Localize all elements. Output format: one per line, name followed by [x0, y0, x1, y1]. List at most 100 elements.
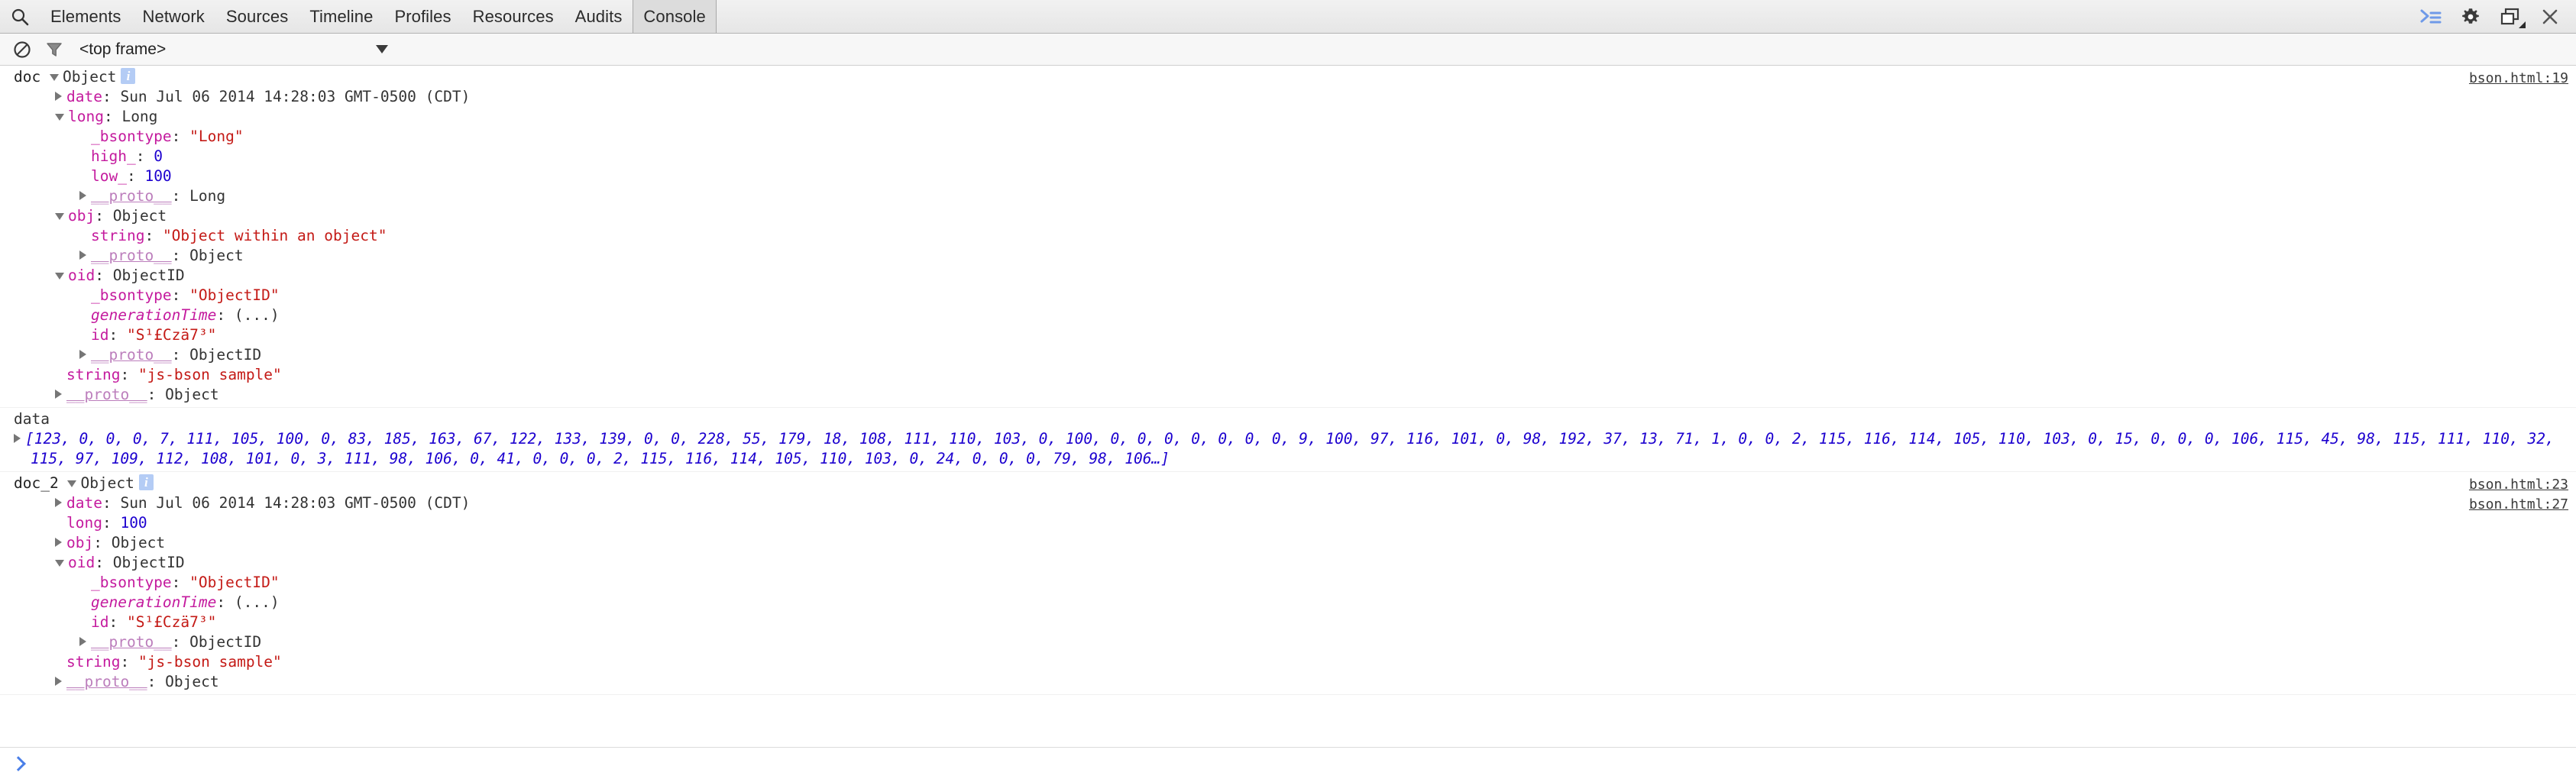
array-values: [123, 0, 0, 0, 7, 111, 105, 100, 0, 83, … — [25, 430, 2555, 467]
object-property-row[interactable]: _bsontype: "Long" — [0, 127, 2576, 147]
property-value: ObjectID — [189, 346, 262, 364]
object-property-row[interactable]: generationTime: (...) — [0, 305, 2576, 325]
property-value: 100 — [120, 514, 147, 532]
object-property-row[interactable]: oid: ObjectID — [0, 553, 2576, 573]
object-property-row[interactable]: __proto__: Object — [0, 385, 2576, 405]
disclosure-triangle-closed-icon[interactable] — [79, 250, 86, 260]
disclosure-triangle-closed-icon[interactable] — [79, 636, 86, 646]
object-property-row[interactable]: string: "Object within an object" — [0, 226, 2576, 246]
object-property-row[interactable]: __proto__: Long — [0, 186, 2576, 206]
object-property-row[interactable]: generationTime: (...) — [0, 593, 2576, 613]
object-property-row[interactable]: __proto__: Object — [0, 246, 2576, 266]
tab-timeline[interactable]: Timeline — [299, 0, 383, 33]
prompt-chevron-icon — [11, 755, 28, 772]
tab-label: Audits — [574, 6, 623, 26]
disclosure-triangle-closed-icon[interactable] — [55, 676, 62, 686]
object-header-row[interactable]: doc_2 Object i — [0, 474, 2576, 493]
property-value: "S¹£Czä7³" — [126, 613, 217, 631]
disclosure-triangle-closed-icon[interactable] — [55, 497, 62, 507]
object-property-row[interactable]: string: "js-bson sample" — [0, 652, 2576, 672]
info-badge-icon[interactable]: i — [121, 68, 136, 84]
property-separator: : — [171, 633, 190, 651]
source-link[interactable]: bson.html:27 — [2469, 495, 2568, 515]
disclosure-triangle-closed-icon[interactable] — [55, 537, 62, 547]
property-value: Sun Jul 06 2014 14:28:03 GMT-0500 (CDT) — [120, 494, 471, 512]
object-header-row[interactable]: doc Object i — [0, 67, 2576, 87]
object-property-row[interactable]: id: "S¹£Czä7³" — [0, 613, 2576, 632]
property-separator: : — [171, 574, 190, 591]
tab-console[interactable]: Console — [633, 0, 717, 33]
source-link[interactable]: bson.html:23 — [2469, 475, 2568, 495]
object-property-row[interactable]: date: Sun Jul 06 2014 14:28:03 GMT-0500 … — [0, 87, 2576, 107]
property-separator: : — [147, 386, 166, 403]
property-value: "js-bson sample" — [138, 366, 282, 383]
object-property-row[interactable]: obj: Object — [0, 206, 2576, 226]
disclosure-triangle-closed-icon[interactable] — [55, 91, 62, 101]
disclosure-triangle-closed-icon[interactable] — [14, 433, 21, 443]
object-property-row[interactable]: _bsontype: "ObjectID" — [0, 573, 2576, 593]
tab-elements[interactable]: Elements — [40, 0, 132, 33]
object-property-row[interactable]: __proto__: ObjectID — [0, 345, 2576, 365]
console-messages[interactable]: bson.html:19 doc Object i date: Sun Jul 06 … — [0, 66, 2576, 779]
property-name: oid — [68, 267, 95, 284]
disclosure-triangle-open-icon[interactable] — [49, 74, 59, 81]
close-icon[interactable] — [2530, 0, 2570, 34]
disclosure-triangle-open-icon[interactable] — [55, 114, 64, 121]
property-value: "js-bson sample" — [138, 653, 282, 671]
filter-funnel-icon[interactable] — [38, 34, 70, 66]
array-preview[interactable]: [123, 0, 0, 0, 7, 111, 105, 100, 0, 83, … — [0, 429, 2576, 469]
property-name: __proto__ — [66, 386, 147, 403]
property-value: "Long" — [189, 128, 244, 145]
disclosure-triangle-open-icon[interactable] — [55, 213, 64, 220]
property-separator: : — [216, 306, 235, 324]
object-property-row[interactable]: long: 100 — [0, 513, 2576, 533]
property-separator: : — [120, 366, 138, 383]
property-name: __proto__ — [91, 187, 172, 205]
disclosure-triangle-closed-icon[interactable] — [79, 190, 86, 200]
object-property-row[interactable]: low_: 100 — [0, 166, 2576, 186]
property-value: Sun Jul 06 2014 14:28:03 GMT-0500 (CDT) — [120, 88, 471, 105]
object-property-row[interactable]: oid: ObjectID — [0, 266, 2576, 286]
tab-resources[interactable]: Resources — [462, 0, 565, 33]
source-link[interactable]: bson.html:19 — [2469, 69, 2568, 89]
property-separator: : — [171, 128, 190, 145]
dock-position-icon[interactable] — [2490, 0, 2530, 34]
property-value: "S¹£Czä7³" — [126, 326, 217, 344]
chevron-down-icon[interactable] — [376, 45, 388, 53]
search-icon[interactable] — [0, 0, 40, 33]
property-name: long — [68, 108, 104, 125]
disclosure-triangle-closed-icon[interactable] — [79, 349, 86, 359]
object-property-row[interactable]: __proto__: Object — [0, 672, 2576, 692]
console-drawer-icon[interactable] — [2411, 0, 2451, 34]
object-property-row[interactable]: string: "js-bson sample" — [0, 365, 2576, 385]
disclosure-triangle-open-icon[interactable] — [55, 273, 64, 280]
tab-network[interactable]: Network — [132, 0, 215, 33]
property-separator: : — [103, 108, 122, 125]
disclosure-triangle-open-icon[interactable] — [67, 480, 77, 487]
property-value: ObjectID — [112, 267, 185, 284]
execution-context-selector[interactable]: <top frame> — [75, 38, 396, 61]
tab-profiles[interactable]: Profiles — [383, 0, 461, 33]
object-property-row[interactable]: _bsontype: "ObjectID" — [0, 286, 2576, 305]
object-property-row[interactable]: long: Long — [0, 107, 2576, 127]
object-property-row[interactable]: __proto__: ObjectID — [0, 632, 2576, 652]
disclosure-triangle-closed-icon[interactable] — [55, 389, 62, 399]
tab-label: Timeline — [309, 6, 374, 26]
tab-sources[interactable]: Sources — [215, 0, 299, 33]
object-property-row[interactable]: id: "S¹£Czä7³" — [0, 325, 2576, 345]
info-badge-icon[interactable]: i — [138, 474, 154, 490]
object-property-row[interactable]: high_: 0 — [0, 147, 2576, 166]
console-prompt[interactable] — [0, 747, 2576, 779]
property-name: __proto__ — [91, 346, 172, 364]
object-property-row[interactable]: obj: Object — [0, 533, 2576, 553]
property-name: string — [91, 227, 145, 244]
tab-label: Network — [142, 6, 205, 26]
property-name: __proto__ — [91, 247, 172, 264]
gear-icon[interactable] — [2451, 0, 2490, 34]
dock-dropdown-caret-icon[interactable] — [2519, 21, 2526, 28]
disclosure-triangle-open-icon[interactable] — [55, 560, 64, 567]
console-prompt-input[interactable] — [34, 752, 2576, 774]
tab-audits[interactable]: Audits — [565, 0, 633, 33]
clear-console-icon[interactable] — [6, 34, 38, 66]
object-property-row[interactable]: date: Sun Jul 06 2014 14:28:03 GMT-0500 … — [0, 493, 2576, 513]
